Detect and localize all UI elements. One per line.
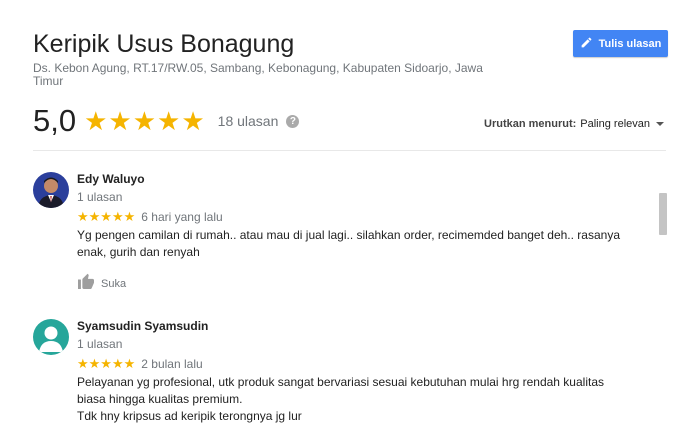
- avatar[interactable]: [33, 172, 69, 208]
- sort-value: Paling relevan: [580, 118, 650, 130]
- place-address: Ds. Kebon Agung, RT.17/RW.05, Sambang, K…: [33, 61, 483, 88]
- help-icon[interactable]: ?: [286, 114, 300, 128]
- rating-value: 5,0: [33, 103, 77, 138]
- pencil-icon: [580, 36, 593, 52]
- divider: [33, 150, 666, 151]
- review-count: 18 ulasan: [217, 113, 279, 129]
- write-review-button[interactable]: Tulis ulasan: [573, 30, 668, 57]
- review-time: 2 bulan lalu: [141, 357, 203, 371]
- caret-down-icon: [656, 122, 664, 126]
- like-label: Suka: [101, 277, 127, 290]
- sort-dropdown[interactable]: Urutkan menurut: Paling relevan: [484, 118, 664, 130]
- review-time: 6 hari yang lalu: [141, 210, 223, 224]
- rating-stars: ★★★★★: [84, 105, 206, 136]
- reviewer-review-count: 1 ulasan: [77, 190, 123, 204]
- scrollbar-thumb[interactable]: [659, 193, 667, 235]
- reviewer-review-count: 1 ulasan: [77, 337, 123, 351]
- avatar[interactable]: [33, 319, 69, 355]
- review-text: Yg pengen camilan di rumah.. atau mau di…: [77, 228, 620, 259]
- place-title: Keripik Usus Bonagung: [33, 30, 295, 58]
- reviewer-name[interactable]: Edy Waluyo: [77, 172, 637, 187]
- review-text: Pelayanan yg profesional, utk produk san…: [77, 375, 604, 406]
- write-review-label: Tulis ulasan: [598, 37, 662, 50]
- rating-summary: 5,0 ★★★★★ 18 ulasan ?: [33, 103, 300, 139]
- thumbs-up-icon: [77, 273, 95, 294]
- review-stars: ★★★★★: [77, 209, 136, 224]
- sort-label: Urutkan menurut:: [484, 118, 577, 130]
- review-text-line: Tdk hny kripsus ad keripik terongnya jg …: [77, 409, 302, 423]
- like-button[interactable]: Suka: [77, 273, 637, 294]
- reviewer-name[interactable]: Syamsudin Syamsudin: [77, 319, 637, 334]
- review-stars: ★★★★★: [77, 356, 136, 371]
